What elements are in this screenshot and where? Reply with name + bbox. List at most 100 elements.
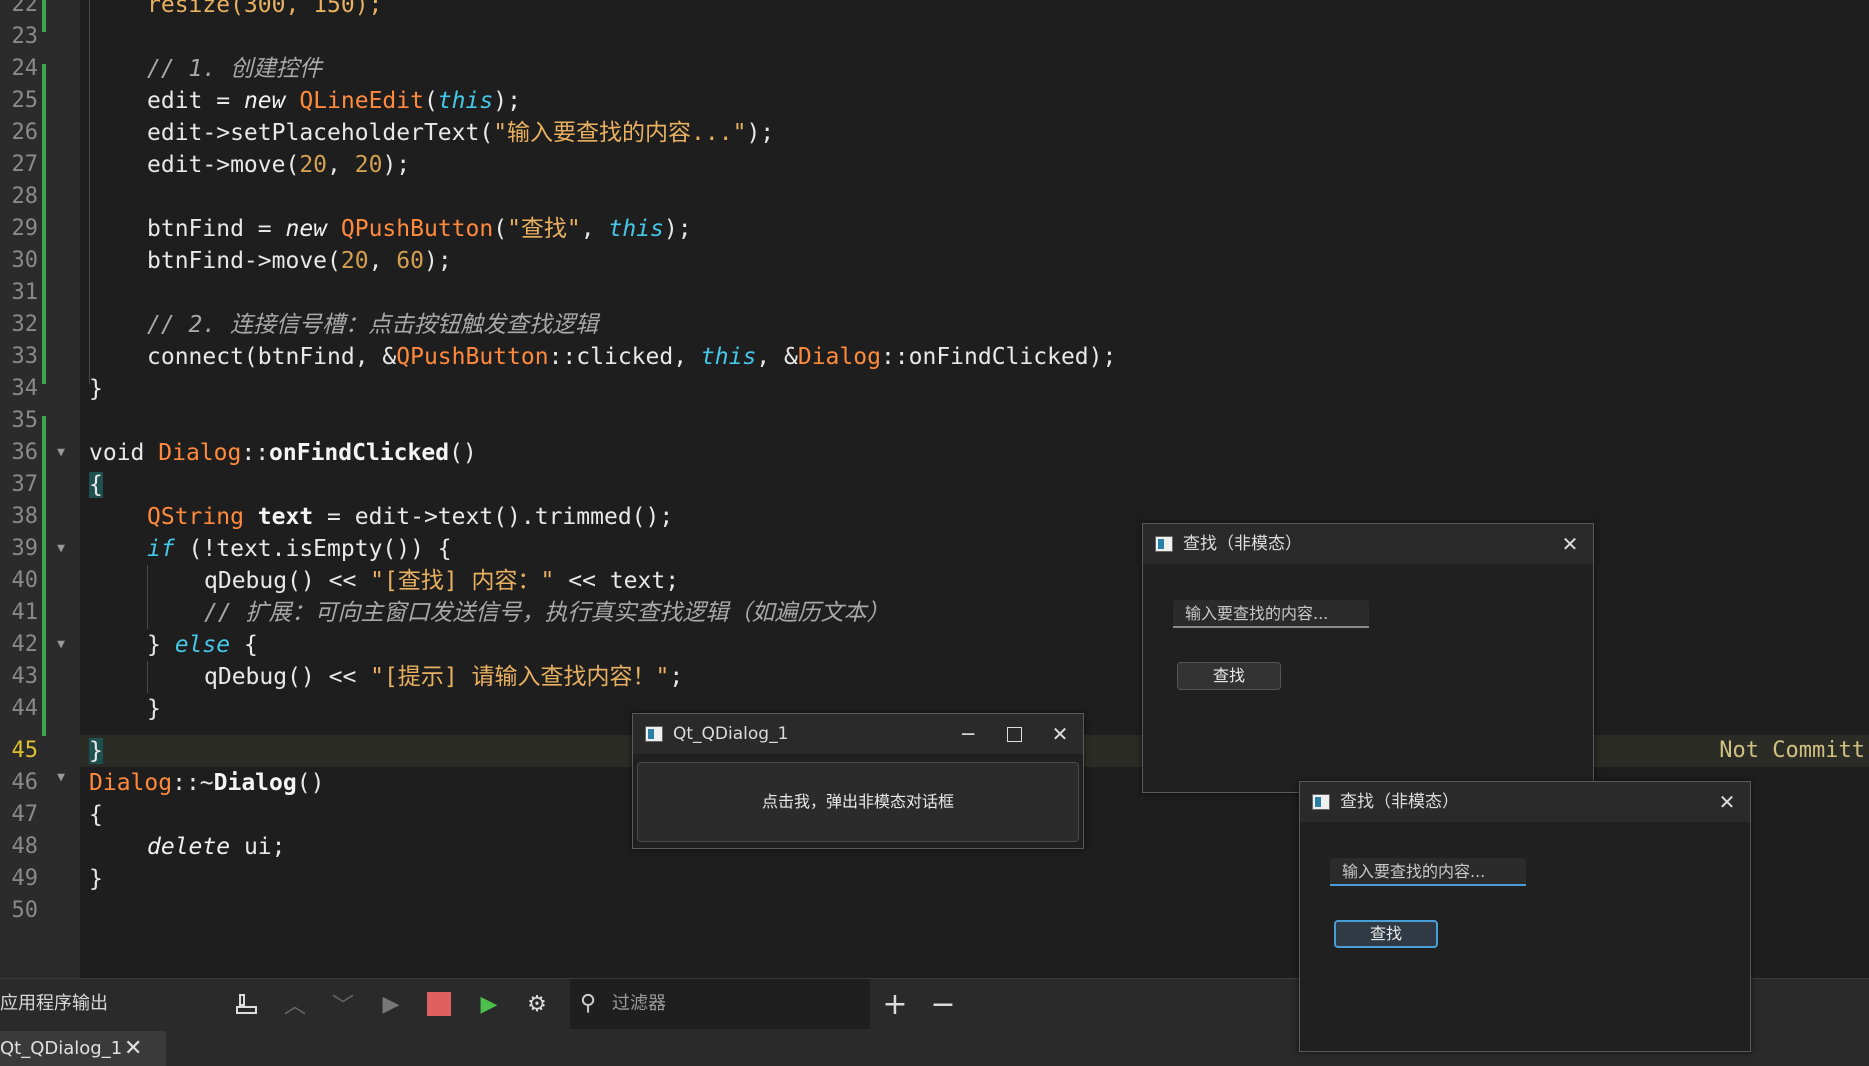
line-number: 27 — [11, 152, 39, 177]
code-line-49: } — [89, 866, 103, 892]
run-icon[interactable]: ▶ — [376, 989, 406, 1019]
line-number: 23 — [11, 24, 39, 49]
code-line-41: // 扩展：可向主窗口发送信号，执行真实查找逻辑（如遍历文本） — [204, 600, 890, 626]
line-number: 36 — [11, 440, 39, 465]
search-icon: ⚲ — [580, 991, 597, 1016]
search-input[interactable]: 输入要查找的内容... — [1173, 600, 1369, 628]
line-number: 48 — [11, 834, 39, 859]
code-line-30: btnFind->move(20, 60); — [147, 248, 452, 274]
close-icon[interactable]: ✕ — [124, 1031, 142, 1066]
app-icon — [1312, 794, 1330, 810]
code-line-46: Dialog::~Dialog() — [89, 770, 325, 796]
code-line-33: connect(btnFind, &QPushButton::clicked, … — [147, 344, 1117, 370]
maximize-icon[interactable] — [991, 714, 1037, 754]
code-line-48: delete ui; — [147, 834, 286, 860]
line-number: 37 — [11, 472, 39, 497]
gear-icon[interactable]: ⚙ — [522, 989, 552, 1019]
line-number: 44 — [11, 696, 39, 721]
search-input[interactable]: 输入要查找的内容... — [1330, 858, 1526, 886]
find-button[interactable]: 查找 — [1177, 662, 1281, 690]
line-number: 50 — [11, 898, 39, 923]
code-line-47: { — [89, 802, 103, 828]
find-dialog-front[interactable]: 查找（非模态） ✕ 输入要查找的内容... 查找 — [1299, 781, 1751, 1052]
line-number: 26 — [11, 120, 39, 145]
line-number: 33 — [11, 344, 39, 369]
change-marker — [42, 416, 46, 736]
indent-guide — [147, 565, 148, 629]
code-line-24: // 1. 创建控件 — [147, 56, 323, 82]
fold-arrow-icon[interactable]: ▼ — [54, 533, 68, 565]
code-line-27: edit->move(20, 20); — [147, 152, 411, 178]
line-number: 25 — [11, 88, 39, 113]
line-number: 38 — [11, 504, 39, 529]
chevron-down-icon[interactable]: ﹀ — [328, 989, 358, 1019]
blame-annotation: Not Committ — [1719, 738, 1865, 763]
window-title: Qt_QDialog_1 — [673, 724, 789, 744]
code-line-36: void Dialog::onFindClicked() — [89, 440, 477, 466]
line-number: 47 — [11, 802, 39, 827]
code-line-29: btnFind = new QPushButton("查找", this); — [147, 216, 692, 242]
app-icon — [1155, 536, 1173, 552]
close-icon[interactable]: ✕ — [1037, 714, 1083, 754]
code-line-40: qDebug() << "[查找] 内容：" << text; — [204, 568, 680, 594]
code-line-42: } else { — [147, 632, 258, 658]
main-window[interactable]: Qt_QDialog_1 ─ ✕ 点击我，弹出非模态对话框 — [632, 713, 1084, 849]
panel-title: 应用程序输出 — [0, 993, 108, 1014]
minimize-icon[interactable]: ─ — [945, 714, 991, 754]
chevron-up-icon[interactable]: ︿ — [280, 989, 310, 1019]
clear-output-icon[interactable] — [232, 989, 262, 1019]
line-number: 40 — [11, 568, 39, 593]
fold-arrow-icon[interactable]: ▼ — [54, 629, 68, 661]
code-line-22: resize(300, 150); — [147, 0, 383, 18]
line-number: 35 — [11, 408, 39, 433]
indent-guide — [147, 661, 148, 693]
plus-icon[interactable]: + — [880, 987, 910, 1022]
line-number: 29 — [11, 216, 39, 241]
find-dialog-back[interactable]: 查找（非模态） ✕ 输入要查找的内容... 查找 — [1142, 523, 1594, 793]
app-icon — [645, 726, 663, 742]
line-number: 43 — [11, 664, 39, 689]
stop-icon[interactable] — [424, 989, 454, 1019]
indent-guide — [89, 0, 90, 384]
line-number: 28 — [11, 184, 39, 209]
code-line-39: if (!text.isEmpty()) { — [147, 536, 452, 562]
line-number: 45 — [11, 738, 39, 763]
close-icon[interactable]: ✕ — [1704, 782, 1750, 822]
line-number: 42 — [11, 632, 39, 657]
line-number: 41 — [11, 600, 39, 625]
line-number: 49 — [11, 866, 39, 891]
close-icon[interactable]: ✕ — [1547, 524, 1593, 564]
code-line-43: qDebug() << "[提示] 请输入查找内容！"; — [204, 664, 684, 690]
line-number: 31 — [11, 280, 39, 305]
code-line-34: } — [89, 376, 103, 402]
window-title: 查找（非模态） — [1340, 792, 1459, 812]
line-number: 30 — [11, 248, 39, 273]
line-number: 39 — [11, 536, 39, 561]
code-line-32: // 2. 连接信号槽：点击按钮触发查找逻辑 — [147, 312, 599, 338]
title-bar[interactable]: Qt_QDialog_1 ─ ✕ — [633, 714, 1083, 754]
code-line-38: QString text = edit->text().trimmed(); — [147, 504, 674, 530]
line-number: 34 — [11, 376, 39, 401]
code-line-25: edit = new QLineEdit(this); — [147, 88, 521, 114]
change-marker — [42, 0, 46, 32]
code-line-45: } — [89, 738, 103, 764]
title-bar[interactable]: 查找（非模态） ✕ — [1143, 524, 1593, 564]
fold-arrow-icon[interactable]: ▼ — [54, 437, 68, 469]
find-button[interactable]: 查找 — [1334, 920, 1438, 948]
code-line-26: edit->setPlaceholderText("输入要查找的内容..."); — [147, 120, 775, 146]
open-dialog-button[interactable]: 点击我，弹出非模态对话框 — [637, 762, 1079, 842]
minus-icon[interactable]: − — [928, 987, 958, 1022]
line-number: 22 — [11, 0, 39, 17]
title-bar[interactable]: 查找（非模态） ✕ — [1300, 782, 1750, 822]
line-number: 24 — [11, 56, 39, 81]
debug-run-icon[interactable]: ▶ — [474, 989, 504, 1019]
code-line-44: } — [147, 696, 161, 722]
code-line-37: { — [89, 472, 103, 498]
output-tab[interactable]: Qt_QDialog_1 ✕ — [0, 1031, 166, 1066]
window-title: 查找（非模态） — [1183, 534, 1302, 554]
change-marker — [42, 64, 46, 384]
filter-input[interactable]: ⚲ 过滤器 — [570, 979, 870, 1029]
line-number: 46 — [11, 770, 39, 795]
fold-arrow-icon[interactable]: ▼ — [54, 762, 68, 794]
line-number: 32 — [11, 312, 39, 337]
